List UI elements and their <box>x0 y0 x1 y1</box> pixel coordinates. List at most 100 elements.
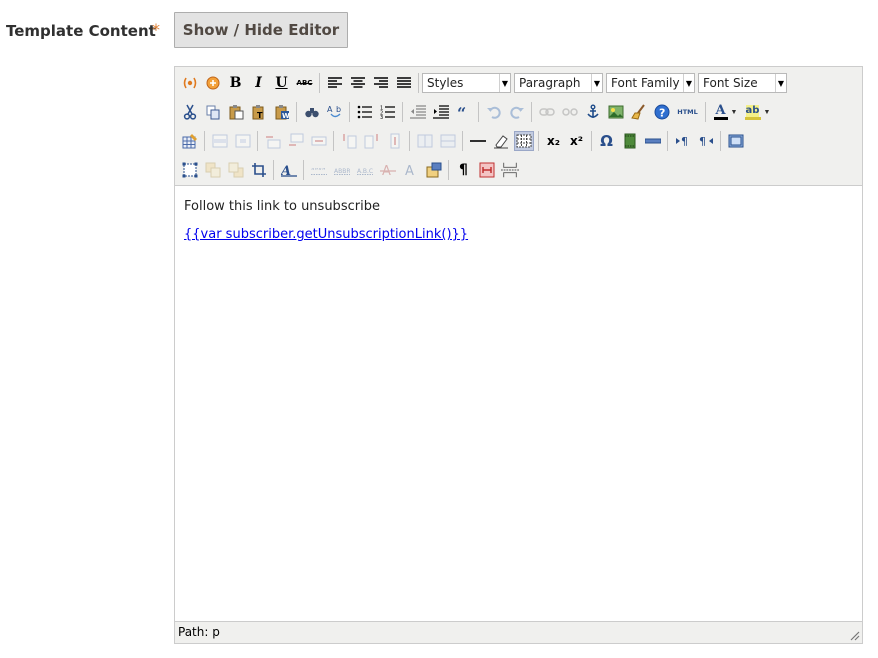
resize-grip-icon[interactable] <box>848 629 860 641</box>
bold-icon[interactable]: B <box>226 73 246 93</box>
merge-cells-icon[interactable] <box>438 131 458 151</box>
cleanup-icon[interactable] <box>629 102 649 122</box>
svg-text:¶: ¶ <box>681 135 688 148</box>
blockquote-icon[interactable]: “ <box>454 102 474 122</box>
cite-icon[interactable]: “”“” <box>309 160 329 180</box>
toolbar-separator <box>296 102 297 122</box>
copy-icon[interactable] <box>203 102 223 122</box>
help-icon[interactable]: ? <box>652 102 672 122</box>
toolbar-separator <box>409 131 410 151</box>
insert-col-before-icon[interactable] <box>339 131 359 151</box>
insert-row-after-icon[interactable] <box>286 131 306 151</box>
undo-icon[interactable] <box>484 102 504 122</box>
font-color-icon[interactable]: A ▼ <box>711 102 739 122</box>
redo-icon[interactable] <box>507 102 527 122</box>
highlight-color-icon[interactable]: ab ▼ <box>742 102 774 122</box>
deletion-icon[interactable]: A <box>378 160 398 180</box>
toolbar-separator <box>402 102 403 122</box>
align-right-icon[interactable] <box>371 73 391 93</box>
toolbar-separator <box>349 102 350 122</box>
edit-table-icon[interactable] <box>180 131 200 151</box>
toolbar-row-2: T W Ab 123 “ ? HTML A ▼ ab ▼ <box>178 99 775 125</box>
svg-text:A.B.C: A.B.C <box>357 168 373 175</box>
insert-variable-icon[interactable] <box>203 73 223 93</box>
paste-text-icon[interactable]: T <box>249 102 269 122</box>
move-forward-icon[interactable] <box>203 160 223 180</box>
font-family-select[interactable]: Font Family ▼ <box>606 73 695 93</box>
bullet-list-icon[interactable] <box>355 102 375 122</box>
delete-col-icon[interactable] <box>385 131 405 151</box>
ltr-icon[interactable]: ¶ <box>673 131 693 151</box>
abbreviation-icon[interactable]: ABBR <box>332 160 352 180</box>
toolbar-separator <box>204 131 205 151</box>
html-source-icon[interactable]: HTML <box>675 102 701 122</box>
table-cell-props-icon[interactable] <box>233 131 253 151</box>
insert-widget-icon[interactable] <box>180 73 200 93</box>
rtl-icon[interactable]: ¶ <box>696 131 716 151</box>
strikethrough-icon[interactable]: ABC <box>295 73 315 93</box>
unlink-icon[interactable] <box>560 102 580 122</box>
insert-row-before-icon[interactable] <box>263 131 283 151</box>
align-justify-icon[interactable] <box>394 73 414 93</box>
insert-media-icon[interactable] <box>620 131 640 151</box>
anchor-icon[interactable] <box>583 102 603 122</box>
move-backward-icon[interactable] <box>226 160 246 180</box>
numbered-list-icon[interactable]: 123 <box>378 102 398 122</box>
style-props-icon[interactable]: A <box>279 160 299 180</box>
content-paragraph: Follow this link to unsubscribe <box>184 199 380 214</box>
insertion-icon[interactable]: A <box>401 160 421 180</box>
editor-content-area[interactable]: Follow this link to unsubscribe {{var su… <box>175 186 862 621</box>
table-row-props-icon[interactable] <box>210 131 230 151</box>
insert-col-after-icon[interactable] <box>362 131 382 151</box>
delete-row-icon[interactable] <box>309 131 329 151</box>
acronym-icon[interactable]: A.B.C <box>355 160 375 180</box>
toolbar-separator <box>478 102 479 122</box>
format-select[interactable]: Paragraph ▼ <box>514 73 603 93</box>
toolbar-separator <box>705 102 706 122</box>
split-cells-icon[interactable] <box>415 131 435 151</box>
link-icon[interactable] <box>537 102 557 122</box>
cut-icon[interactable] <box>180 102 200 122</box>
align-left-icon[interactable] <box>325 73 345 93</box>
toolbar-separator <box>720 131 721 151</box>
svg-text:b: b <box>336 105 341 114</box>
fullscreen-icon[interactable] <box>726 131 746 151</box>
svg-text:W: W <box>282 112 290 120</box>
svg-text:ABBR: ABBR <box>334 168 350 175</box>
svg-text:T: T <box>257 111 263 120</box>
svg-text:“: “ <box>457 105 466 119</box>
page-break-icon[interactable] <box>500 160 520 180</box>
underline-icon[interactable]: U <box>272 73 292 93</box>
toolbar-separator <box>418 73 419 93</box>
unsubscribe-link[interactable]: {{var subscriber.getUnsubscriptionLink()… <box>184 227 468 242</box>
find-icon[interactable] <box>302 102 322 122</box>
attributes-icon[interactable] <box>424 160 444 180</box>
indent-icon[interactable] <box>431 102 451 122</box>
toolbar-separator <box>538 131 539 151</box>
styles-select[interactable]: Styles ▼ <box>422 73 511 93</box>
visual-aid-icon[interactable] <box>513 131 534 151</box>
special-char-icon[interactable]: Ω <box>597 131 617 151</box>
superscript-icon[interactable]: x² <box>567 131 587 151</box>
subscript-icon[interactable]: x₂ <box>544 131 564 151</box>
svg-text:?: ? <box>659 107 665 120</box>
horizontal-rule-icon[interactable] <box>468 131 488 151</box>
show-hide-editor-button[interactable]: Show / Hide Editor <box>174 12 348 48</box>
align-center-icon[interactable] <box>348 73 368 93</box>
insert-layer-icon[interactable] <box>180 160 200 180</box>
absolute-position-icon[interactable] <box>249 160 269 180</box>
insert-hr-advanced-icon[interactable] <box>643 131 663 151</box>
paste-icon[interactable] <box>226 102 246 122</box>
chevron-down-icon: ▼ <box>591 74 602 92</box>
font-size-select[interactable]: Font Size ▼ <box>698 73 787 93</box>
italic-icon[interactable]: I <box>249 73 269 93</box>
outdent-icon[interactable] <box>408 102 428 122</box>
visual-chars-icon[interactable]: ¶ <box>454 160 474 180</box>
replace-icon[interactable]: Ab <box>325 102 345 122</box>
paste-word-icon[interactable]: W <box>272 102 292 122</box>
remove-format-icon[interactable] <box>491 131 511 151</box>
insert-image-icon[interactable] <box>606 102 626 122</box>
toolbar-separator <box>591 131 592 151</box>
nonbreaking-icon[interactable] <box>477 160 497 180</box>
chevron-down-icon: ▼ <box>775 74 786 92</box>
